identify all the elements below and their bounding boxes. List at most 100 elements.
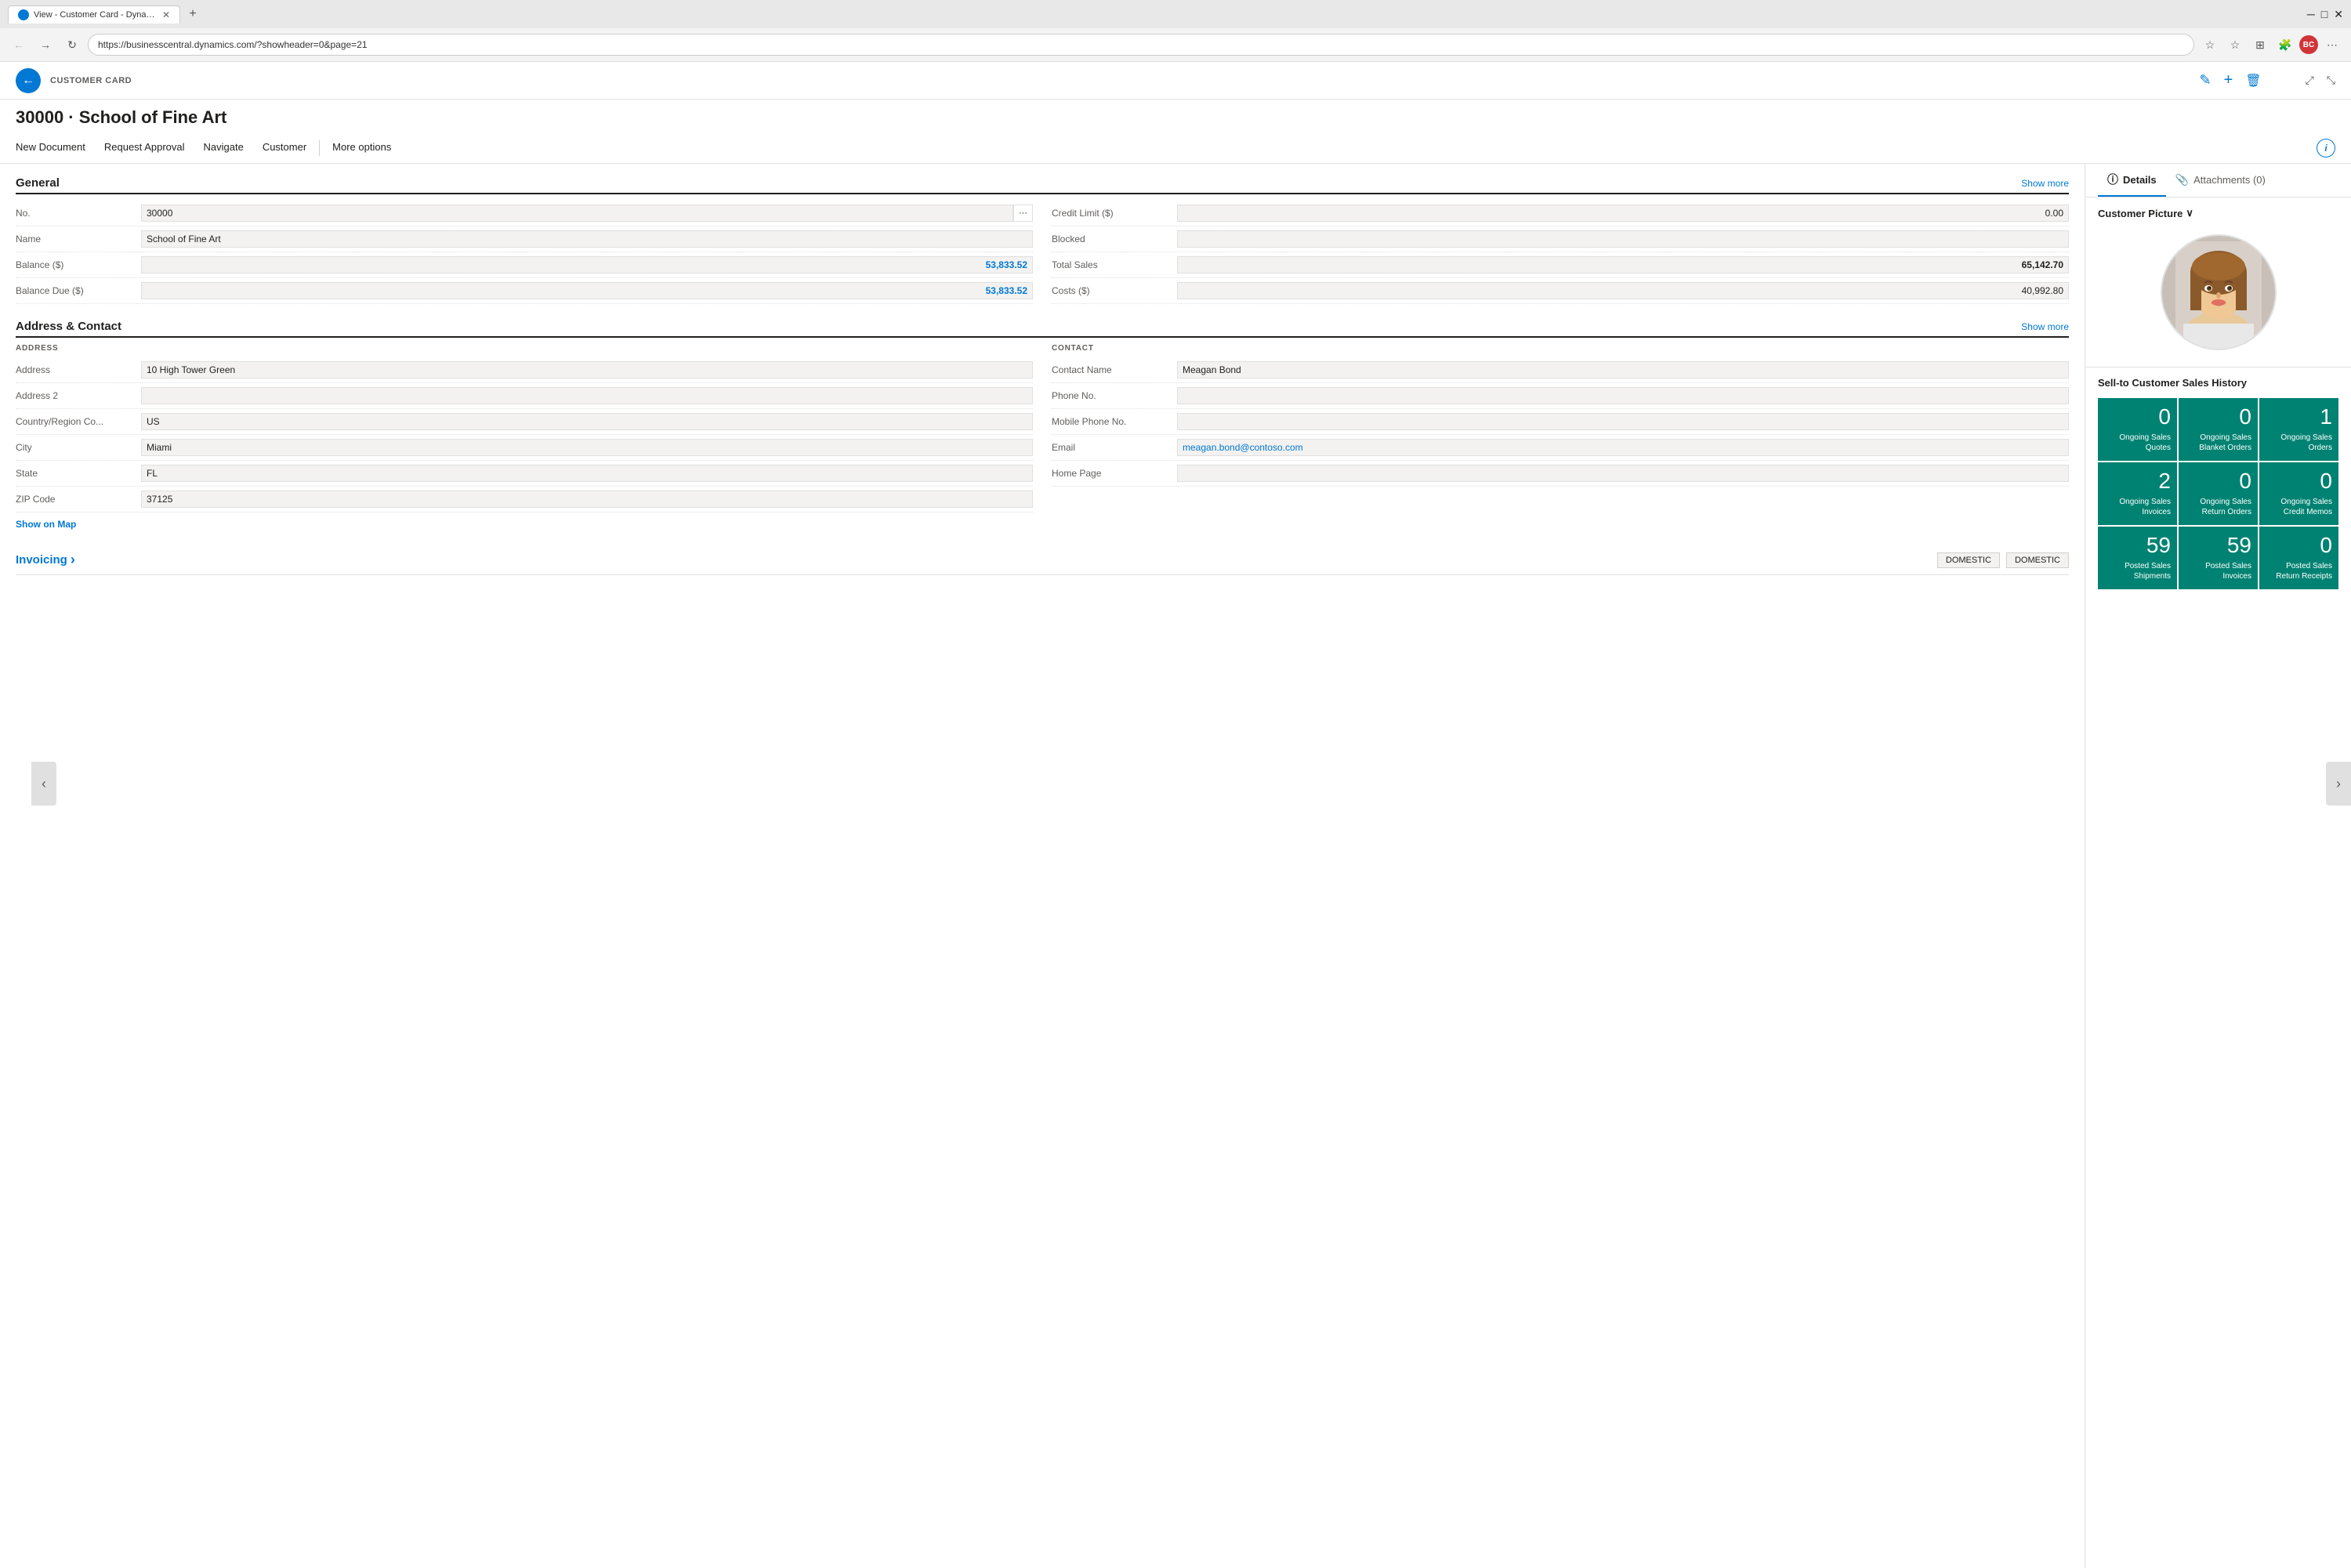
general-section: General Show more No. ··· [16, 176, 2069, 304]
forward-nav-btn[interactable]: → [34, 34, 56, 56]
close-window-btn[interactable]: ✕ [2334, 8, 2343, 21]
tab-close-btn[interactable]: ✕ [162, 9, 170, 20]
settings-icon[interactable]: ⋯ [2321, 34, 2343, 56]
email-label: Email [1052, 442, 1177, 453]
bookmark-star-icon[interactable]: ☆ [2199, 34, 2221, 56]
general-show-more[interactable]: Show more [2021, 178, 2069, 189]
field-row-no: No. ··· [16, 201, 1033, 226]
collections-icon[interactable]: ⊞ [2249, 34, 2271, 56]
city-input[interactable] [141, 439, 1033, 456]
tile-label-2: Ongoing Sales Orders [2266, 433, 2332, 453]
total-sales-input[interactable] [1177, 256, 2069, 273]
invoicing-title[interactable]: Invoicing › [16, 552, 75, 568]
browser-extensions-icon[interactable]: 🧩 [2274, 34, 2296, 56]
tile-ongoing-blanket-orders[interactable]: 0 Ongoing Sales Blanket Orders [2179, 398, 2258, 461]
profile-icon[interactable]: BC [2299, 35, 2318, 54]
address-show-more[interactable]: Show more [2021, 321, 2069, 332]
side-nav-right-btn[interactable]: › [2326, 762, 2351, 806]
add-icon-btn[interactable]: + [2224, 71, 2233, 89]
costs-value [1177, 282, 2069, 299]
back-nav-btn[interactable]: ← [8, 34, 30, 56]
contact-column: CONTACT Contact Name Phone No. Mobile Ph… [1052, 344, 2069, 530]
tab-attachments[interactable]: 📎 Attachments (0) [2166, 164, 2275, 197]
tile-ongoing-return-orders[interactable]: 0 Ongoing Sales Return Orders [2179, 462, 2258, 525]
menu-customer[interactable]: Customer [253, 132, 316, 163]
tile-label-5: Ongoing Sales Credit Memos [2266, 497, 2332, 517]
name-input[interactable] [141, 230, 1033, 248]
no-input[interactable] [141, 205, 1013, 222]
tile-number-0: 0 [2158, 406, 2171, 428]
minimize-btn[interactable]: ─ [2307, 8, 2315, 21]
browser-tabs: View - Customer Card - Dynamics... ✕ + [8, 5, 202, 24]
balance-due-input[interactable] [141, 282, 1033, 299]
invoicing-section: Invoicing › DOMESTIC DOMESTIC [16, 545, 2069, 575]
right-panel: ⓘ Details 📎 Attachments (0) Customer Pic… [2085, 164, 2351, 1568]
sales-history-title: Sell-to Customer Sales History [2098, 377, 2338, 389]
info-icon-btn[interactable]: i [2317, 139, 2335, 158]
browser-tab-active[interactable]: View - Customer Card - Dynamics... ✕ [8, 5, 180, 24]
credit-limit-input[interactable] [1177, 205, 2069, 222]
address2-input[interactable] [141, 387, 1033, 404]
edit-icon-btn[interactable]: ✎ [2200, 72, 2212, 89]
menu-new-document[interactable]: New Document [16, 132, 95, 163]
address-input[interactable] [141, 361, 1033, 378]
field-row-blocked: Blocked [1052, 226, 2069, 252]
tile-label-7: Posted Sales Invoices [2185, 561, 2251, 581]
back-button[interactable]: ← [16, 68, 41, 93]
field-row-mobile: Mobile Phone No. [1052, 409, 2069, 435]
zip-input[interactable] [141, 491, 1033, 508]
no-value[interactable]: ··· [141, 205, 1033, 222]
new-tab-button[interactable]: + [183, 5, 202, 24]
phone-input[interactable] [1177, 387, 2069, 404]
tile-ongoing-sales-quotes[interactable]: 0 Ongoing Sales Quotes [2098, 398, 2177, 461]
field-row-address2: Address 2 [16, 383, 1033, 409]
no-lookup-btn[interactable]: ··· [1013, 205, 1033, 222]
menu-request-approval[interactable]: Request Approval [95, 132, 194, 163]
tile-ongoing-sales-invoices[interactable]: 2 Ongoing Sales Invoices [2098, 462, 2177, 525]
address-contact-section: Address & Contact Show more ADDRESS Addr… [16, 320, 2069, 530]
tile-posted-sales-invoices[interactable]: 59 Posted Sales Invoices [2179, 527, 2258, 589]
expand-icon-btn[interactable]: ⤢ [2306, 74, 2314, 87]
blocked-input[interactable] [1177, 230, 2069, 248]
field-row-address: Address [16, 357, 1033, 383]
tile-posted-sales-shipments[interactable]: 59 Posted Sales Shipments [2098, 527, 2177, 589]
maximize-btn[interactable]: □ [2321, 8, 2327, 21]
delete-icon-btn[interactable]: 🗑 [2245, 73, 2261, 89]
tab-title: View - Customer Card - Dynamics... [34, 10, 156, 20]
header-actions: ✎ + 🗑 ⤢ ⤡ [2200, 71, 2336, 89]
tab-details[interactable]: ⓘ Details [2098, 164, 2166, 197]
country-input[interactable] [141, 413, 1033, 430]
homepage-input[interactable] [1177, 465, 2069, 482]
field-row-zip: ZIP Code [16, 487, 1033, 512]
customer-picture-header[interactable]: Customer Picture ∨ [2098, 207, 2338, 219]
left-panel: General Show more No. ··· [0, 164, 2085, 1568]
mobile-input[interactable] [1177, 413, 2069, 430]
customer-picture-chevron: ∨ [2186, 207, 2193, 219]
tile-label-6: Posted Sales Shipments [2104, 561, 2171, 581]
reading-list-icon[interactable]: ☆ [2224, 34, 2246, 56]
balance-input[interactable] [141, 256, 1033, 273]
tile-posted-return-receipts[interactable]: 0 Posted Sales Return Receipts [2259, 527, 2338, 589]
email-input[interactable] [1177, 439, 2069, 456]
show-on-map-link[interactable]: Show on Map [16, 519, 76, 530]
homepage-label: Home Page [1052, 468, 1177, 479]
tab-favicon [18, 9, 29, 20]
address-contact-header: Address & Contact Show more [16, 320, 2069, 338]
state-label: State [16, 468, 141, 479]
browser-toolbar: ← → ↻ https://businesscentral.dynamics.c… [0, 28, 2351, 61]
menu-navigate[interactable]: Navigate [194, 132, 253, 163]
tile-label-0: Ongoing Sales Quotes [2104, 433, 2171, 453]
tile-ongoing-credit-memos[interactable]: 0 Ongoing Sales Credit Memos [2259, 462, 2338, 525]
tile-label-1: Ongoing Sales Blanket Orders [2185, 433, 2251, 453]
url-text: https://businesscentral.dynamics.com/?sh… [98, 39, 368, 50]
state-input[interactable] [141, 465, 1033, 482]
menu-more-options[interactable]: More options [323, 132, 400, 163]
side-nav-left-btn[interactable]: ‹ [31, 762, 56, 806]
contact-name-input[interactable] [1177, 361, 2069, 378]
tile-ongoing-sales-orders[interactable]: 1 Ongoing Sales Orders [2259, 398, 2338, 461]
costs-input[interactable] [1177, 282, 2069, 299]
shrink-icon-btn[interactable]: ⤡ [2327, 74, 2335, 87]
reload-btn[interactable]: ↻ [61, 34, 83, 56]
address-bar[interactable]: https://businesscentral.dynamics.com/?sh… [88, 34, 2194, 56]
tile-label-3: Ongoing Sales Invoices [2104, 497, 2171, 517]
